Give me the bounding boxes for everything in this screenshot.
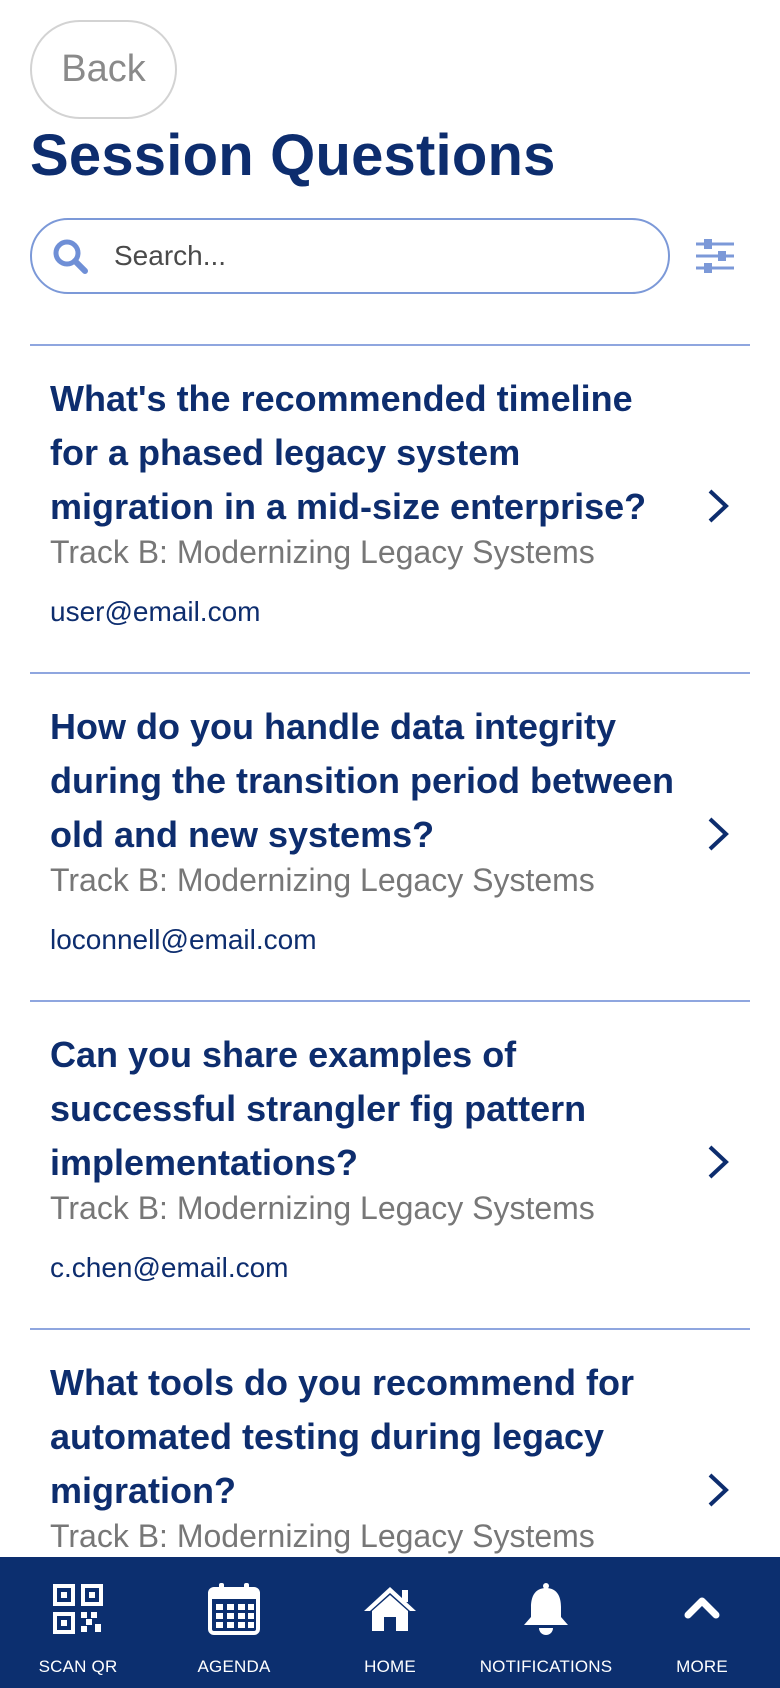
question-track: Track B: Modernizing Legacy Systems: [50, 1518, 595, 1554]
question-author-email: user@email.com: [50, 596, 261, 627]
tab-notifications[interactable]: NOTIFICATIONS: [468, 1557, 624, 1688]
home-icon: [364, 1587, 416, 1631]
filter-icon[interactable]: [694, 236, 736, 276]
search-input[interactable]: [114, 226, 634, 286]
tab-label: HOME: [364, 1657, 416, 1676]
question-list-item[interactable]: How do you handle data integrity during …: [30, 672, 750, 1000]
search-bar[interactable]: [30, 218, 670, 294]
tab-label: SCAN QR: [38, 1657, 118, 1676]
chevron-right-icon: [708, 817, 729, 851]
back-button[interactable]: Back: [30, 20, 177, 119]
bell-icon: [524, 1583, 568, 1635]
chevron-right-icon: [708, 489, 729, 523]
questions-list: What's the recommended timeline for a ph…: [30, 344, 750, 1656]
tab-scan-qr[interactable]: SCAN QR: [0, 1557, 156, 1688]
chevron-right-icon: [708, 1145, 729, 1179]
tab-more[interactable]: MORE: [624, 1557, 780, 1688]
tab-label: MORE: [676, 1657, 728, 1676]
question-text: What tools do you recommend for automate…: [50, 1362, 635, 1511]
question-list-item[interactable]: Can you share examples of successful str…: [30, 1000, 750, 1328]
question-author-email: loconnell@email.com: [50, 924, 317, 955]
question-track: Track B: Modernizing Legacy Systems: [50, 862, 595, 898]
question-author-email: c.chen@email.com: [50, 1252, 289, 1283]
question-list-item[interactable]: What's the recommended timeline for a ph…: [30, 344, 750, 672]
page-title: Session Questions: [30, 123, 556, 188]
bottom-tab-bar: SCAN QR AGENDA HOME NOTIFICATIONS MORE: [0, 1557, 780, 1688]
question-track: Track B: Modernizing Legacy Systems: [50, 534, 595, 570]
tab-label: NOTIFICATIONS: [479, 1657, 613, 1676]
calendar-icon: [208, 1583, 260, 1635]
question-track: Track B: Modernizing Legacy Systems: [50, 1190, 595, 1226]
chevron-up-icon: [684, 1597, 720, 1619]
tab-agenda[interactable]: AGENDA: [156, 1557, 312, 1688]
tab-home[interactable]: HOME: [312, 1557, 468, 1688]
question-text: Can you share examples of successful str…: [50, 1034, 587, 1183]
tab-label: AGENDA: [197, 1657, 271, 1676]
qr-code-icon: [53, 1584, 103, 1634]
question-text: What's the recommended timeline for a ph…: [50, 378, 647, 527]
chevron-right-icon: [708, 1473, 729, 1507]
question-text: How do you handle data integrity during …: [50, 706, 675, 855]
search-icon: [53, 239, 88, 274]
